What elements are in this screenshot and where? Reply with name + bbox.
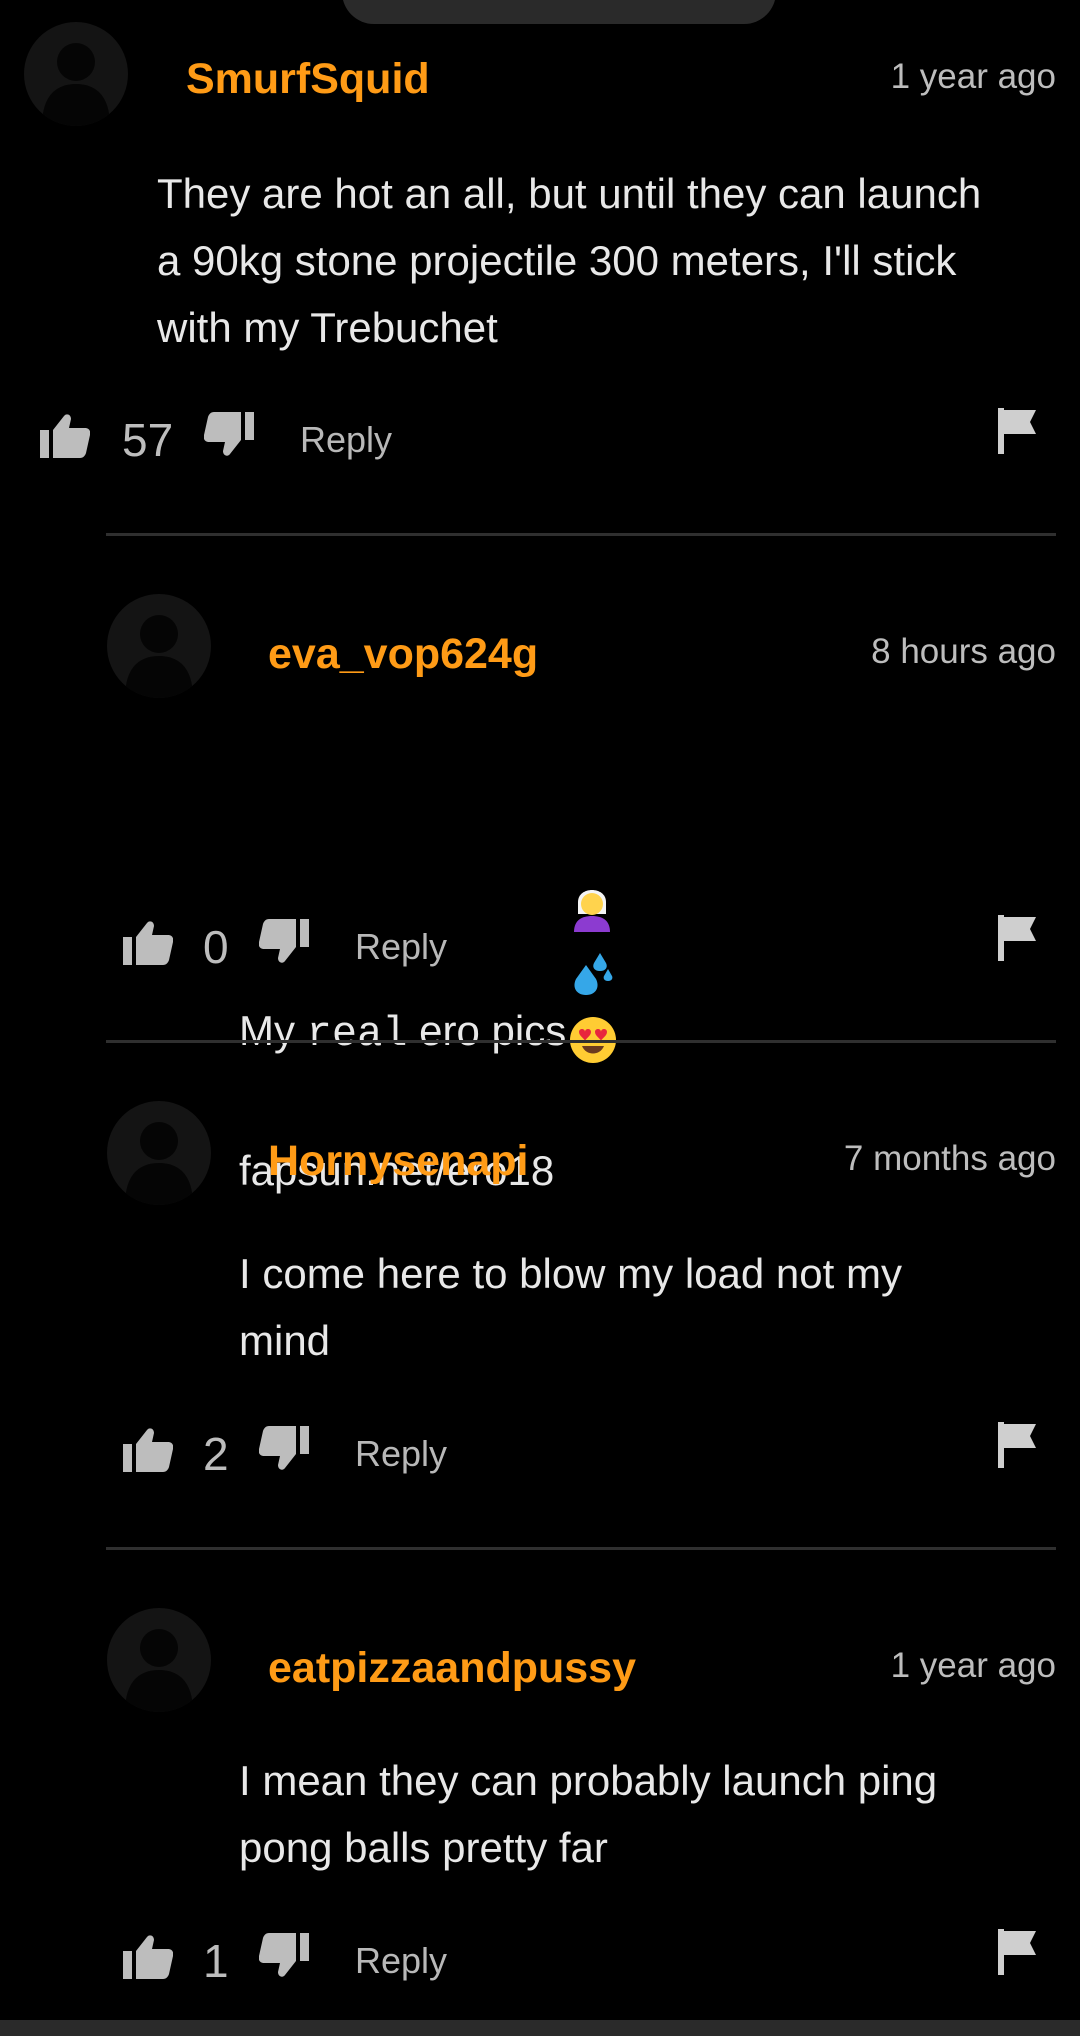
like-count: 0 xyxy=(203,921,229,973)
flag-icon[interactable] xyxy=(998,1422,1038,1472)
default-avatar-icon[interactable] xyxy=(107,1608,211,1712)
thumbs-up-icon[interactable] xyxy=(123,919,174,969)
comment-timestamp: 7 months ago xyxy=(843,1139,1056,1178)
comment-text: They are hot an all, but until they can … xyxy=(157,170,982,351)
comment-text-mono: real xyxy=(306,1010,408,1058)
comment-actions: 1 Reply xyxy=(123,1925,1063,1995)
thumbs-down-icon[interactable] xyxy=(203,412,254,462)
like-count: 57 xyxy=(122,414,174,466)
comment-divider xyxy=(106,533,1056,536)
flag-icon[interactable] xyxy=(998,408,1038,458)
top-handle xyxy=(342,0,776,24)
flag-icon[interactable] xyxy=(998,1929,1038,1979)
comment-actions: 0 Reply xyxy=(123,911,1063,981)
default-avatar-icon[interactable] xyxy=(107,594,211,698)
comment-divider xyxy=(106,1040,1056,1043)
comment-username[interactable]: Hornysenapi xyxy=(268,1136,528,1186)
comment-username[interactable]: eatpizzaandpussy xyxy=(268,1643,636,1693)
comment-username[interactable]: eva_vop624g xyxy=(268,629,538,679)
comment-divider xyxy=(106,1547,1056,1550)
thumbs-up-icon[interactable] xyxy=(40,412,91,462)
thumbs-down-icon[interactable] xyxy=(258,1933,309,1983)
comment-text: I come here to blow my load not my mind xyxy=(239,1250,902,1364)
comment-text-prefix: My xyxy=(239,1007,307,1054)
bottom-bar xyxy=(0,2020,1080,2036)
comment-text: I mean they can probably launch ping pon… xyxy=(239,1757,938,1871)
comment-username[interactable]: SmurfSquid xyxy=(186,54,430,104)
thumbs-down-icon[interactable] xyxy=(258,1426,309,1476)
comment-text-suffix: ero pics xyxy=(407,1007,567,1054)
comment-timestamp: 8 hours ago xyxy=(871,632,1056,671)
comment-actions: 2 Reply xyxy=(123,1418,1063,1488)
reply-button[interactable]: Reply xyxy=(355,1931,447,1991)
thumbs-down-icon[interactable] xyxy=(258,919,309,969)
like-count: 2 xyxy=(203,1428,229,1480)
reply-button[interactable]: Reply xyxy=(300,410,392,470)
comment-actions: 57 Reply xyxy=(40,404,1060,474)
reply-button[interactable]: Reply xyxy=(355,1424,447,1484)
default-avatar-icon[interactable] xyxy=(107,1101,211,1205)
flag-icon[interactable] xyxy=(998,915,1038,965)
reply-button[interactable]: Reply xyxy=(355,917,447,977)
thumbs-up-icon[interactable] xyxy=(123,1426,174,1476)
default-avatar-icon[interactable] xyxy=(24,22,128,126)
comment-timestamp: 1 year ago xyxy=(890,57,1056,96)
thumbs-up-icon[interactable] xyxy=(123,1933,174,1983)
like-count: 1 xyxy=(203,1935,229,1987)
comment-timestamp: 1 year ago xyxy=(890,1646,1056,1685)
